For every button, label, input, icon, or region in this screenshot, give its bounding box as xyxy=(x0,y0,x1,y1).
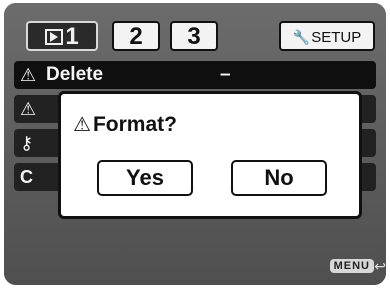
tab-label: 3 xyxy=(187,23,201,50)
menu-row-value: – xyxy=(220,64,231,85)
tab-2[interactable]: 2 xyxy=(112,21,160,51)
tab-3[interactable]: 3 xyxy=(170,21,218,51)
tab-label: SETUP xyxy=(311,29,362,46)
key-icon: ⚷ xyxy=(20,133,34,153)
tab-setup[interactable]: 🔧SETUP xyxy=(279,21,375,51)
camera-screen: 1 2 3 🔧SETUP ⚠ Delete – ⚠ ⚷ C MENU ↩ ⚠Fo… xyxy=(4,3,386,285)
tab-playback-1[interactable]: 1 xyxy=(26,21,98,51)
dialog-title-text: Format? xyxy=(92,113,177,136)
tab-label: 1 xyxy=(65,23,79,50)
no-button[interactable]: No xyxy=(231,160,327,196)
warning-icon: ⚠ xyxy=(20,65,37,85)
menu-row-label: Delete xyxy=(46,64,104,85)
wrench-icon: 🔧 xyxy=(292,29,311,45)
menu-button[interactable]: MENU xyxy=(329,259,374,273)
yes-button[interactable]: Yes xyxy=(97,160,193,196)
tab-label: 2 xyxy=(129,23,143,50)
menu-row-label: C xyxy=(20,167,33,187)
return-arrow-icon: ↩ xyxy=(374,258,386,274)
format-dialog: ⚠Format? Yes No xyxy=(58,91,362,219)
menu-row-delete[interactable]: ⚠ Delete – xyxy=(14,61,376,89)
playback-icon xyxy=(45,29,64,45)
warning-icon: ⚠ xyxy=(20,99,37,119)
warning-icon: ⚠ xyxy=(73,114,91,136)
dialog-title: ⚠Format? xyxy=(73,112,177,137)
